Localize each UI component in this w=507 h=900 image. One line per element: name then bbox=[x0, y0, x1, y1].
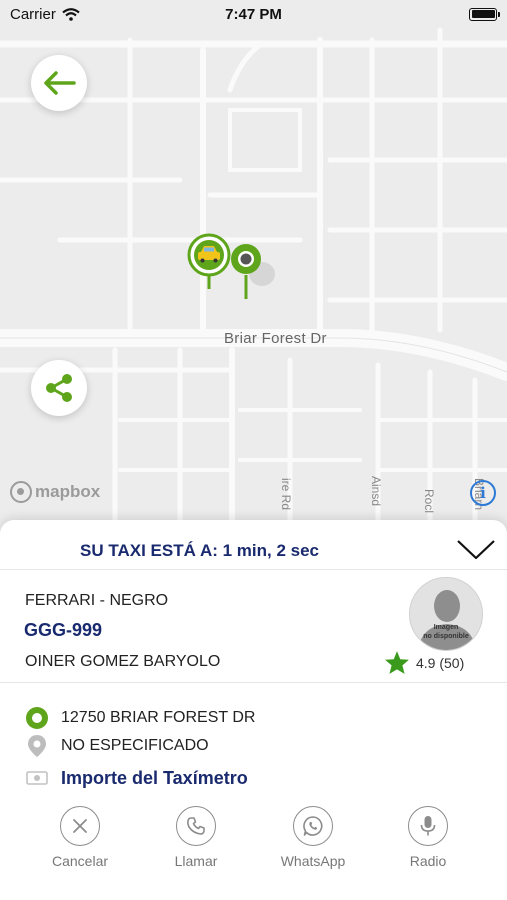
radio-label: Radio bbox=[409, 853, 447, 869]
share-button[interactable] bbox=[31, 360, 87, 416]
destination-row: NO ESPECIFICADO bbox=[25, 734, 209, 758]
pickup-address: 12750 BRIAR FOREST DR bbox=[61, 709, 256, 726]
destination-address: NO ESPECIFICADO bbox=[61, 737, 209, 754]
cancel-label: Cancelar bbox=[51, 853, 109, 869]
mapbox-wordmark: mapbox bbox=[35, 482, 101, 501]
avatar-caption-line: no disponible bbox=[423, 633, 469, 640]
destination-pin-icon bbox=[25, 734, 49, 758]
status-bar: Carrier 7:47 PM bbox=[0, 0, 507, 28]
radio-button[interactable]: Radio bbox=[373, 806, 483, 869]
mapbox-logo[interactable]: mapbox bbox=[10, 481, 100, 503]
action-bar: Cancelar Llamar WhatsApp Radio bbox=[0, 806, 507, 876]
star-icon bbox=[385, 651, 409, 674]
map-view[interactable]: Carrier 7:47 PM Briar Forest Dr ire Rd A… bbox=[0, 0, 507, 535]
mapbox-mark-icon bbox=[10, 481, 32, 503]
back-button[interactable] bbox=[31, 55, 87, 111]
share-icon bbox=[46, 374, 72, 402]
close-icon bbox=[60, 806, 100, 846]
rating-value: 4.9 (50) bbox=[416, 654, 465, 671]
driver-avatar: Imagen no disponible bbox=[409, 577, 483, 651]
car-model: FERRARI - NEGRO bbox=[25, 592, 169, 609]
arrow-left-icon bbox=[44, 71, 76, 95]
fare-row[interactable]: Importe del Taxímetro bbox=[25, 766, 248, 790]
phone-icon bbox=[176, 806, 216, 846]
battery-icon bbox=[469, 7, 500, 21]
avatar-caption-line: Imagen bbox=[433, 624, 459, 631]
whatsapp-button[interactable]: WhatsApp bbox=[258, 806, 368, 869]
carrier-group: Carrier bbox=[10, 6, 80, 23]
fare-label: Importe del Taxímetro bbox=[61, 767, 248, 788]
cash-icon bbox=[25, 766, 49, 790]
microphone-icon bbox=[408, 806, 448, 846]
street-label-vertical: ire Rd bbox=[279, 478, 293, 511]
pickup-pin-icon bbox=[25, 706, 49, 730]
license-plate: GGG-999 bbox=[24, 620, 103, 640]
whatsapp-icon bbox=[293, 806, 333, 846]
call-label: Llamar bbox=[174, 853, 218, 869]
cancel-button[interactable]: Cancelar bbox=[25, 806, 135, 869]
trip-panel-content: FERRARI - NEGRO GGG-999 OINER GOMEZ BARY… bbox=[0, 520, 507, 900]
user-location-marker-icon bbox=[231, 244, 275, 299]
pickup-address-row: 12750 BRIAR FOREST DR bbox=[25, 706, 255, 730]
whatsapp-label: WhatsApp bbox=[280, 853, 346, 869]
street-label-vertical: Rocl bbox=[422, 489, 436, 514]
attribution-info-button[interactable]: i bbox=[470, 480, 496, 506]
divider bbox=[0, 682, 507, 683]
wifi-icon bbox=[62, 7, 80, 21]
driver-name: OINER GOMEZ BARYOLO bbox=[25, 653, 221, 670]
taxi-marker-icon bbox=[187, 233, 231, 289]
street-label-vertical: Ainsd bbox=[369, 476, 383, 507]
street-label: Briar Forest Dr bbox=[224, 330, 327, 347]
avatar-placeholder-text: Imagen no disponible bbox=[410, 623, 482, 641]
call-button[interactable]: Llamar bbox=[141, 806, 251, 869]
carrier-label: Carrier bbox=[10, 5, 56, 23]
driver-rating: 4.9 (50) bbox=[384, 650, 464, 675]
